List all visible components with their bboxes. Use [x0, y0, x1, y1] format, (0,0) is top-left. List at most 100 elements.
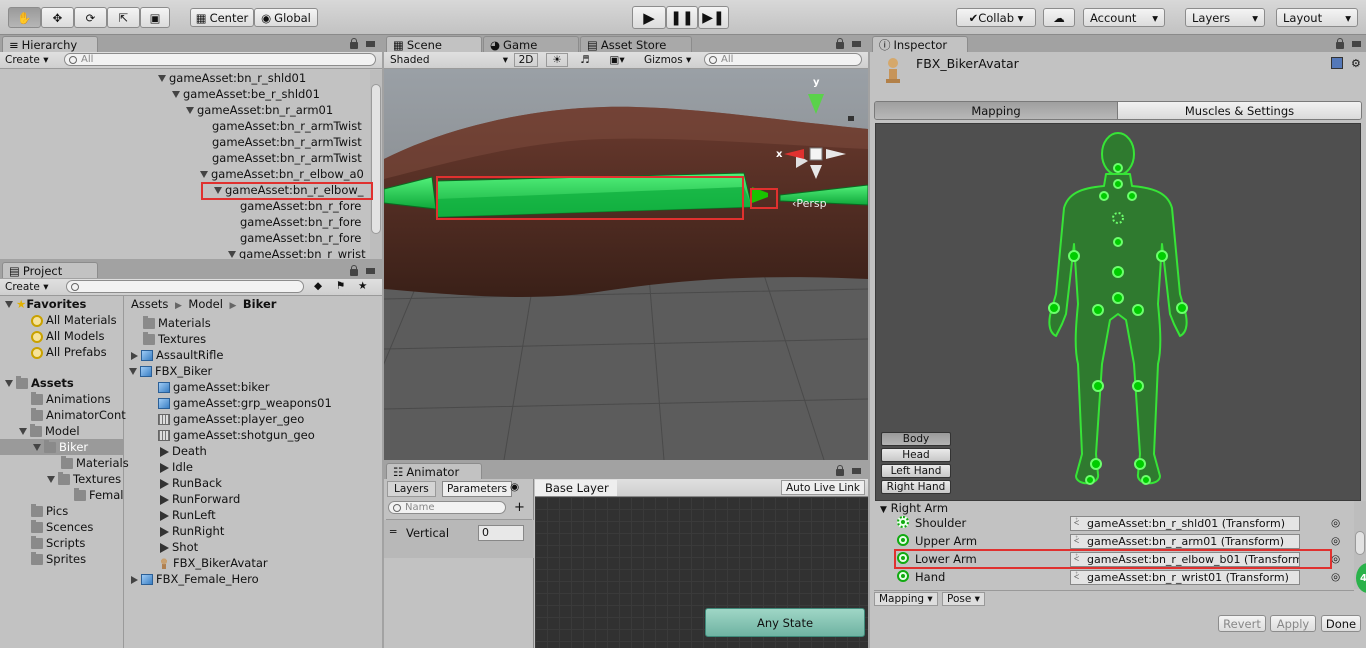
file-item[interactable]: Materials — [143, 315, 211, 331]
folder-item[interactable]: Sprites — [31, 551, 86, 567]
persp-label[interactable]: ‹Persp — [792, 197, 827, 210]
object-picker-icon[interactable]: ◎ — [1331, 517, 1340, 529]
hand-tool-button[interactable]: ✋ — [8, 7, 41, 28]
tab-scene[interactable]: ▦ Scene — [386, 36, 482, 52]
project-create-button[interactable]: Create ▾ — [5, 281, 49, 293]
file-item[interactable]: RunLeft — [158, 507, 216, 523]
filter-type-icon[interactable]: ◆ — [314, 280, 322, 292]
tree-item[interactable]: gameAsset:bn_r_wrist — [228, 246, 366, 259]
file-item[interactable]: Idle — [158, 459, 193, 475]
audio-toggle[interactable]: ♬ — [574, 53, 596, 67]
menu-icon[interactable] — [852, 41, 861, 47]
favorites-item[interactable]: All Prefabs — [31, 344, 107, 360]
play-button[interactable]: ▶ — [632, 6, 666, 29]
tab-asset-store[interactable]: ▤ Asset Store — [580, 36, 692, 52]
project-search-input[interactable] — [66, 280, 304, 293]
breadcrumb-item[interactable]: Model — [188, 297, 223, 311]
folder-item[interactable]: Femal — [74, 487, 124, 503]
file-item[interactable]: FBX_Biker — [129, 363, 212, 379]
lock-icon[interactable] — [848, 116, 854, 121]
file-item[interactable]: AssaultRifle — [131, 347, 223, 363]
tab-game[interactable]: ◕ Game — [483, 36, 579, 52]
lighting-toggle[interactable]: ☀ — [546, 53, 568, 67]
parameters-tab[interactable]: Parameters — [442, 481, 513, 497]
hierarchy-create-button[interactable]: Create ▾ — [5, 54, 49, 66]
tree-item[interactable]: gameAsset:bn_r_fore — [240, 230, 361, 246]
file-item[interactable]: gameAsset:player_geo — [158, 411, 304, 427]
scale-tool-button[interactable]: ⇱ — [107, 7, 140, 28]
lock-icon[interactable] — [350, 265, 358, 276]
scene-search-input[interactable]: All — [704, 53, 862, 66]
apply-button[interactable]: Apply — [1270, 615, 1316, 632]
pause-button[interactable]: ❚❚ — [666, 6, 698, 29]
body-view-button[interactable]: Body — [881, 432, 951, 446]
tab-hierarchy[interactable]: ≡ Hierarchy — [2, 36, 98, 52]
folder-item[interactable]: Materials — [61, 455, 129, 471]
pose-menu[interactable]: Pose ▾ — [942, 592, 985, 606]
tab-inspector[interactable]: ⓘ Inspector — [872, 36, 968, 52]
folder-item[interactable]: Scences — [31, 519, 93, 535]
folder-item[interactable]: AnimatorCont — [31, 407, 126, 423]
layers-dropdown[interactable]: Layers ▾ — [1185, 8, 1265, 27]
parameter-value-input[interactable]: 0 — [478, 525, 524, 541]
pivot-global-button[interactable]: ◉ Global — [254, 8, 318, 27]
right-arm-section[interactable]: ▼ Right Arm — [880, 501, 948, 515]
collab-button[interactable]: ✔Collab ▾ — [956, 8, 1036, 27]
2d-toggle[interactable]: 2D — [514, 53, 538, 67]
breadcrumb-item[interactable]: Assets — [131, 297, 168, 311]
tree-item-selected[interactable]: gameAsset:bn_r_elbow_ — [214, 182, 364, 198]
left-hand-view-button[interactable]: Left Hand — [881, 464, 951, 478]
any-state-node[interactable]: Any State — [705, 608, 865, 637]
revert-button[interactable]: Revert — [1218, 615, 1266, 632]
rect-tool-button[interactable]: ▣ — [140, 7, 170, 28]
menu-icon[interactable] — [1352, 41, 1361, 47]
scrollbar-thumb[interactable] — [1355, 531, 1365, 555]
file-item[interactable]: FBX_Female_Hero — [131, 571, 259, 587]
bone-object-field[interactable]: gameAsset:bn_r_elbow_b01 (Transform) — [1070, 552, 1300, 567]
right-hand-view-button[interactable]: Right Hand — [881, 480, 951, 494]
favorites-header[interactable]: ★Favorites — [5, 296, 86, 312]
bone-object-field[interactable]: gameAsset:bn_r_wrist01 (Transform) — [1070, 570, 1300, 585]
cloud-button[interactable]: ☁ — [1043, 8, 1075, 27]
breadcrumb-item[interactable]: Biker — [243, 297, 277, 311]
menu-icon[interactable] — [366, 268, 375, 274]
file-item[interactable]: FBX_BikerAvatar — [158, 555, 268, 571]
parameter-row[interactable]: ═ Vertical 0 — [384, 520, 534, 558]
drag-handle-icon[interactable]: ═ — [390, 526, 396, 538]
mapping-tab[interactable]: Mapping — [875, 102, 1118, 119]
folder-item[interactable]: Model — [19, 423, 80, 439]
tree-item[interactable]: gameAsset:be_r_shld01 — [172, 86, 320, 102]
bone-object-field[interactable]: gameAsset:bn_r_shld01 (Transform) — [1070, 516, 1300, 531]
done-button[interactable]: Done — [1321, 615, 1361, 632]
tree-item[interactable]: gameAsset:bn_r_armTwist — [212, 118, 362, 134]
file-item[interactable]: RunForward — [158, 491, 240, 507]
file-item[interactable]: RunRight — [158, 523, 224, 539]
tree-item[interactable]: gameAsset:bn_r_fore — [240, 214, 361, 230]
tree-item[interactable]: gameAsset:bn_r_armTwist — [212, 134, 362, 150]
eye-icon[interactable]: ◉ — [510, 481, 519, 493]
favorite-star-icon[interactable]: ★ — [358, 280, 367, 292]
object-picker-icon[interactable]: ◎ — [1331, 553, 1340, 565]
assets-header[interactable]: Assets — [5, 375, 74, 391]
account-dropdown[interactable]: Account ▾ — [1083, 8, 1165, 27]
hierarchy-search-input[interactable]: All — [64, 53, 376, 66]
file-item[interactable]: gameAsset:biker — [158, 379, 269, 395]
auto-live-link-toggle[interactable]: Auto Live Link — [781, 480, 865, 495]
favorites-item[interactable]: All Models — [31, 328, 104, 344]
folder-item[interactable]: Scripts — [31, 535, 85, 551]
layout-dropdown[interactable]: Layout ▾ — [1276, 8, 1358, 27]
help-book-icon[interactable] — [1331, 57, 1343, 69]
scene-viewport[interactable]: y x ‹Persp — [384, 69, 868, 460]
file-item[interactable]: Shot — [158, 539, 198, 555]
tree-item[interactable]: gameAsset:bn_r_elbow_a0 — [200, 166, 364, 182]
scrollbar-thumb[interactable] — [371, 84, 381, 234]
tree-item[interactable]: gameAsset:bn_r_armTwist — [212, 150, 362, 166]
folder-item-selected[interactable]: Biker — [33, 439, 88, 455]
layers-tab[interactable]: Layers — [387, 481, 436, 497]
lock-icon[interactable] — [836, 38, 844, 49]
tree-item[interactable]: gameAsset:bn_r_shld01 — [158, 70, 306, 86]
animator-graph[interactable]: Base Layer Auto Live Link Any State — [535, 479, 868, 648]
folder-item[interactable]: Animations — [31, 391, 111, 407]
move-tool-button[interactable]: ✥ — [41, 7, 74, 28]
lock-icon[interactable] — [836, 465, 844, 476]
